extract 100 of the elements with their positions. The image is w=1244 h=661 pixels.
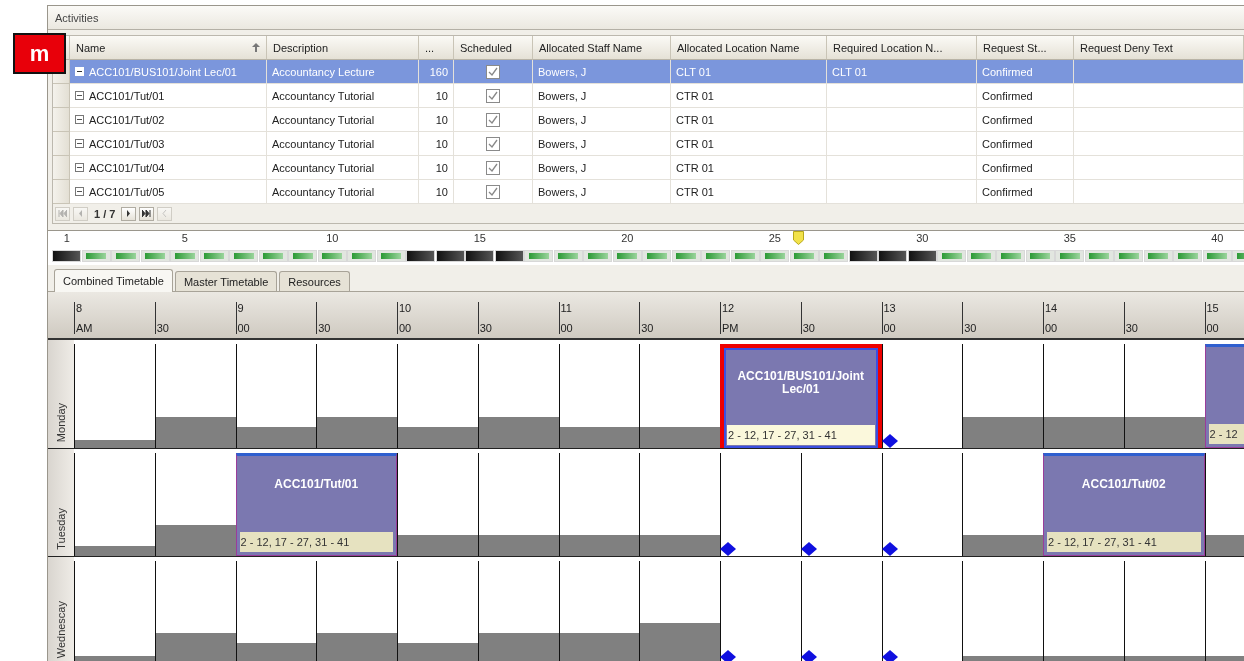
column-header[interactable]: Description bbox=[267, 36, 419, 60]
time-slot[interactable] bbox=[558, 453, 640, 556]
next-page-button[interactable] bbox=[121, 206, 137, 221]
m-badge: m bbox=[13, 33, 66, 74]
checkbox[interactable] bbox=[486, 88, 500, 103]
week-column[interactable]: 1 bbox=[52, 231, 82, 265]
panel-title: Activities bbox=[55, 11, 99, 24]
row-header bbox=[53, 180, 70, 204]
week-column[interactable]: 35 bbox=[1055, 231, 1085, 265]
week-block[interactable] bbox=[848, 250, 878, 262]
event-title: ACC101/BUS101/Joint Lec/01 bbox=[736, 368, 866, 398]
collapse-icon[interactable] bbox=[75, 187, 84, 196]
column-header[interactable]: Request St... bbox=[977, 36, 1074, 60]
last-page-button[interactable] bbox=[139, 206, 155, 221]
check-icon bbox=[488, 186, 498, 197]
tab[interactable]: Resources bbox=[279, 271, 350, 291]
minute-label: 30 bbox=[964, 322, 978, 334]
last-page-icon bbox=[142, 210, 152, 217]
row-header bbox=[53, 84, 70, 108]
column-header[interactable]: Allocated Staff Name bbox=[533, 36, 671, 60]
chevron-left-icon bbox=[162, 210, 168, 217]
week-column[interactable]: 30 bbox=[907, 231, 937, 265]
week-block[interactable] bbox=[52, 250, 82, 262]
week-number: 35 bbox=[1063, 231, 1076, 245]
minute-label: 00 bbox=[883, 322, 897, 334]
minute-label: 00 bbox=[237, 322, 251, 334]
week-block[interactable] bbox=[878, 250, 908, 262]
current-week-marker[interactable] bbox=[792, 231, 804, 245]
time-slot[interactable] bbox=[235, 561, 317, 661]
week-number: 1 bbox=[63, 231, 70, 245]
week-column[interactable]: 15 bbox=[465, 231, 495, 265]
checkbox[interactable] bbox=[486, 184, 500, 199]
minute-label: 30 bbox=[641, 322, 655, 334]
minute-label: AM bbox=[76, 322, 94, 334]
week-block[interactable] bbox=[494, 250, 524, 262]
timetable-event[interactable]: ACC101/Tut/01 2 - 12, 17 - 27, 31 - 41 bbox=[235, 453, 397, 556]
checkbox[interactable] bbox=[486, 64, 500, 79]
collapse-icon[interactable] bbox=[75, 163, 84, 172]
first-page-button[interactable] bbox=[55, 206, 70, 221]
next-icon bbox=[126, 210, 132, 217]
week-block[interactable] bbox=[406, 250, 436, 262]
row-header bbox=[53, 108, 70, 132]
minute-label: 30 bbox=[318, 322, 332, 334]
checkbox[interactable] bbox=[486, 112, 500, 127]
week-block[interactable] bbox=[435, 250, 465, 262]
collapse-icon[interactable] bbox=[75, 115, 84, 124]
hour-label: 9 bbox=[237, 302, 245, 314]
column-header[interactable]: Required Location N... bbox=[827, 36, 977, 60]
timetable-event[interactable]: ACC101/Tut/02 2 - 12, 17 - 27, 31 - 41 bbox=[1043, 453, 1205, 556]
previous-page-button[interactable] bbox=[73, 206, 88, 221]
week-number: 10 bbox=[326, 231, 339, 245]
table-row[interactable]: ACC101/Tut/04 Accountancy Tutorial 10 Bowers, J CTR 01 Confirmed bbox=[53, 156, 1244, 180]
week-block[interactable] bbox=[907, 250, 937, 262]
week-column[interactable]: 40 bbox=[1202, 231, 1232, 265]
day-label: Wednescay bbox=[55, 600, 67, 658]
week-column[interactable]: 10 bbox=[317, 231, 347, 265]
time-slot[interactable] bbox=[558, 344, 640, 448]
week-column[interactable]: 25 bbox=[760, 231, 790, 265]
time-slot[interactable] bbox=[558, 561, 640, 661]
week-column[interactable]: 20 bbox=[612, 231, 642, 265]
collapse-icon[interactable] bbox=[75, 139, 84, 148]
table-row[interactable]: ACC101/Tut/05 Accountancy Tutorial 10 Bowers, J CTR 01 Confirmed bbox=[53, 180, 1244, 204]
week-column[interactable]: 5 bbox=[170, 231, 200, 265]
previous-icon bbox=[78, 210, 83, 217]
first-page-icon bbox=[58, 210, 67, 217]
checkbox[interactable] bbox=[486, 160, 500, 175]
hour-label: 15 bbox=[1206, 302, 1220, 314]
timetable-event[interactable]: ACC101/BUS101/Joint Lec/01 2 - 12, 17 - 27, 31 - 41 bbox=[720, 344, 882, 448]
checkbox[interactable] bbox=[486, 136, 500, 151]
week-block[interactable] bbox=[465, 250, 495, 262]
check-icon bbox=[488, 90, 498, 101]
page-indicator: 1 / 7 bbox=[93, 207, 117, 220]
column-header[interactable]: Scheduled bbox=[454, 36, 533, 60]
check-icon bbox=[488, 114, 498, 125]
minute-label: 00 bbox=[560, 322, 574, 334]
week-number: 40 bbox=[1211, 231, 1224, 245]
column-header[interactable]: ... bbox=[419, 36, 454, 60]
tab[interactable]: Master Timetable bbox=[174, 271, 278, 291]
minute-label: 30 bbox=[1125, 322, 1139, 334]
column-header[interactable]: Allocated Location Name bbox=[671, 36, 827, 60]
column-header[interactable]: Request Deny Text bbox=[1074, 36, 1244, 60]
table-row[interactable]: ACC101/Tut/03 Accountancy Tutorial 10 Bowers, J CTR 01 Confirmed bbox=[53, 132, 1244, 156]
minute-label: 00 bbox=[399, 322, 413, 334]
tab[interactable]: Combined Timetable bbox=[54, 269, 173, 292]
minute-label: 00 bbox=[1045, 322, 1059, 334]
event-title: ACC101/Tut/02 bbox=[1080, 476, 1167, 493]
timetable-event[interactable]: 2 - 12 bbox=[1204, 344, 1244, 448]
check-icon bbox=[488, 162, 498, 173]
hour-label: 8 bbox=[76, 302, 84, 314]
event-weeks: 2 - 12, 17 - 27, 31 - 41 bbox=[1047, 532, 1201, 552]
time-slot[interactable] bbox=[235, 344, 317, 448]
table-row[interactable]: ACC101/Tut/02 Accountancy Tutorial 10 Bowers, J CTR 01 Confirmed bbox=[53, 108, 1244, 132]
week-number: 15 bbox=[473, 231, 486, 245]
column-header[interactable]: Name bbox=[70, 36, 267, 60]
day-label: Monday bbox=[55, 402, 67, 442]
collapse-icon[interactable] bbox=[75, 91, 84, 100]
minute-label: PM bbox=[722, 322, 740, 334]
table-row[interactable]: ACC101/Tut/01 Accountancy Tutorial 10 Bowers, J CTR 01 Confirmed bbox=[53, 84, 1244, 108]
hour-label: 12 bbox=[722, 302, 736, 314]
row-header bbox=[53, 156, 70, 180]
